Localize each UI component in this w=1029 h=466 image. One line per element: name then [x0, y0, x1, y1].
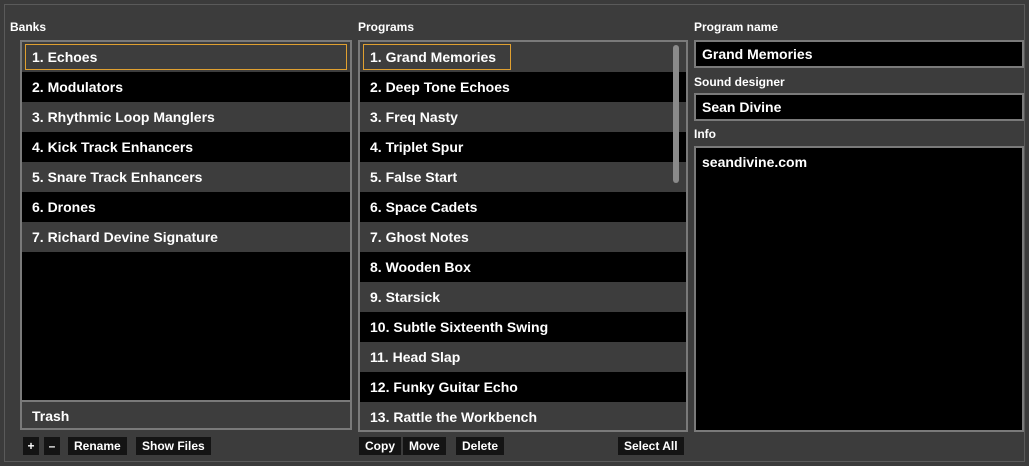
trash-bank[interactable]: Trash — [20, 400, 352, 430]
bank-list-item[interactable]: 1. Echoes — [22, 42, 350, 72]
program-list-item[interactable]: 10. Subtle Sixteenth Swing — [360, 312, 686, 342]
program-list-item[interactable]: 5. False Start — [360, 162, 686, 192]
program-list-item[interactable]: 7. Ghost Notes — [360, 222, 686, 252]
programs-label: Programs — [358, 20, 415, 34]
banks-label: Banks — [10, 20, 47, 34]
programs-list[interactable]: 1. Grand Memories 2. Deep Tone Echoes 3. F… — [358, 40, 688, 432]
program-list-item[interactable]: 1. Grand Memories — [360, 42, 686, 72]
rename-bank-button[interactable]: Rename — [68, 437, 127, 455]
program-list-item[interactable]: 4. Triplet Spur — [360, 132, 686, 162]
program-list-item[interactable]: 11. Head Slap — [360, 342, 686, 372]
delete-program-button[interactable]: Delete — [456, 437, 505, 455]
program-list-item[interactable]: 9. Starsick — [360, 282, 686, 312]
programs-scrollbar[interactable] — [673, 45, 679, 183]
program-list-item[interactable]: 3. Freq Nasty — [360, 102, 686, 132]
program-list-item[interactable]: 13. Rattle the Workbench — [360, 402, 686, 430]
program-list-item[interactable]: 8. Wooden Box — [360, 252, 686, 282]
program-list-item[interactable]: 6. Space Cadets — [360, 192, 686, 222]
move-program-button[interactable]: Move — [403, 437, 446, 455]
sound-designer-field[interactable]: Sean Divine — [694, 93, 1024, 121]
bank-list-item[interactable]: 2. Modulators — [22, 72, 350, 102]
bank-list-item[interactable]: 3. Rhythmic Loop Manglers — [22, 102, 350, 132]
program-list-item[interactable]: 2. Deep Tone Echoes — [360, 72, 686, 102]
bank-list-item[interactable]: 5. Snare Track Enhancers — [22, 162, 350, 192]
copy-program-button[interactable]: Copy — [359, 437, 401, 455]
bank-list-item[interactable]: 7. Richard Devine Signature — [22, 222, 350, 252]
info-label: Info — [694, 127, 716, 141]
program-list-item[interactable]: 12. Funky Guitar Echo — [360, 372, 686, 402]
program-name-label: Program name — [694, 20, 779, 34]
program-name-field[interactable]: Grand Memories — [694, 40, 1024, 68]
banks-list[interactable]: 1. Echoes 2. Modulators 3. Rhythmic Loop M… — [20, 40, 352, 402]
add-bank-button[interactable]: + — [23, 437, 39, 455]
sound-designer-label: Sound designer — [694, 75, 785, 89]
select-all-button[interactable]: Select All — [618, 437, 684, 455]
show-files-button[interactable]: Show Files — [136, 437, 211, 455]
remove-bank-button[interactable]: – — [44, 437, 60, 455]
info-field[interactable]: seandivine.com — [694, 146, 1024, 432]
bank-list-item[interactable]: 6. Drones — [22, 192, 350, 222]
bank-list-item[interactable]: 4. Kick Track Enhancers — [22, 132, 350, 162]
